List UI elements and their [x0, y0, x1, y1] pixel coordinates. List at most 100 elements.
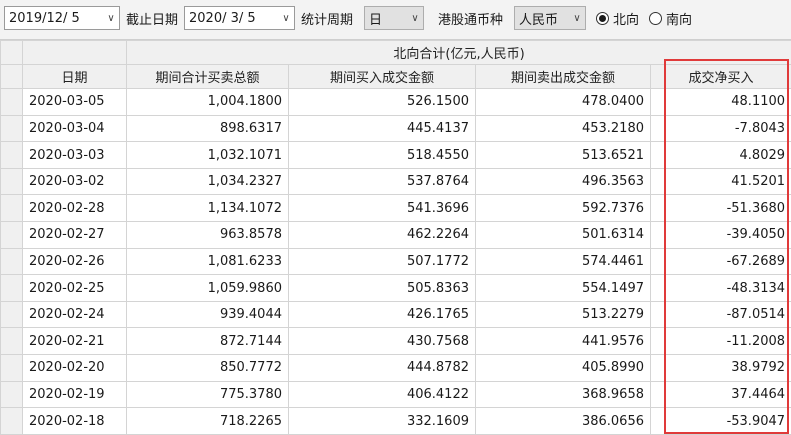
cell-sell-amount[interactable]: 405.8990 [475, 354, 651, 382]
cell-total-turnover[interactable]: 1,059.9860 [126, 274, 289, 302]
start-date-picker[interactable]: 2019/12/ 5 ∨ [4, 6, 120, 30]
cell-total-turnover[interactable]: 872.7144 [126, 327, 289, 356]
radio-south[interactable] [649, 11, 663, 25]
column-header-date[interactable]: 日期 [22, 64, 127, 89]
column-header-sell-amount[interactable]: 期间卖出成交金额 [475, 64, 651, 89]
cell-date[interactable]: 2020-03-02 [22, 167, 127, 196]
cell-sell-amount[interactable]: 496.3563 [475, 167, 651, 196]
table-row[interactable]: 2020-03-04 898.6317 445.4137 453.2180 -7.804… [0, 114, 791, 143]
cell-buy-amount[interactable]: 426.1765 [288, 300, 476, 329]
table-row[interactable]: 2020-02-26 1,081.6233 507.1772 574.4461 -67.… [0, 247, 791, 276]
row-header[interactable] [0, 88, 23, 116]
row-header[interactable] [0, 114, 23, 143]
table-row[interactable]: 2020-02-28 1,134.1072 541.3696 592.7376 -51.… [0, 194, 791, 223]
cell-date[interactable]: 2020-02-18 [22, 407, 127, 435]
row-header[interactable] [0, 300, 23, 329]
cell-sell-amount[interactable]: 592.7376 [475, 194, 651, 223]
table-row[interactable]: 2020-02-18 718.2265 332.1609 386.0656 -53.90… [0, 407, 791, 435]
cell-sell-amount[interactable]: 513.2279 [475, 300, 651, 329]
chevron-down-icon[interactable]: ∨ [278, 13, 294, 24]
cell-net-buy[interactable]: -39.4050 [649, 221, 791, 249]
cell-date[interactable]: 2020-02-26 [22, 247, 127, 276]
row-header[interactable] [0, 407, 23, 435]
cell-total-turnover[interactable]: 718.2265 [126, 407, 289, 435]
cell-date[interactable]: 2020-02-20 [22, 354, 127, 382]
radio-north-label[interactable]: 北向 [613, 9, 639, 28]
table-row[interactable]: 2020-03-02 1,034.2327 537.8764 496.3563 41.5… [0, 167, 791, 196]
cell-date[interactable]: 2020-02-24 [22, 300, 127, 329]
cell-buy-amount[interactable]: 541.3696 [288, 194, 476, 223]
column-header-net-buy[interactable]: 成交净买入 [649, 64, 791, 89]
cell-buy-amount[interactable]: 444.8782 [288, 354, 476, 382]
cell-net-buy[interactable]: 48.1100 [649, 88, 791, 116]
cell-buy-amount[interactable]: 537.8764 [288, 167, 476, 196]
row-header[interactable] [0, 167, 23, 196]
cell-sell-amount[interactable]: 554.1497 [475, 274, 651, 302]
cell-buy-amount[interactable]: 526.1500 [288, 88, 476, 116]
cell-date[interactable]: 2020-02-25 [22, 274, 127, 302]
cell-buy-amount[interactable]: 505.8363 [288, 274, 476, 302]
end-date-picker[interactable]: 2020/ 3/ 5 ∨ [184, 6, 295, 30]
table-row[interactable]: 2020-02-27 963.8578 462.2264 501.6314 -39.40… [0, 221, 791, 249]
cell-total-turnover[interactable]: 963.8578 [126, 221, 289, 249]
cell-buy-amount[interactable]: 518.4550 [288, 141, 476, 169]
column-header-total-turnover[interactable]: 期间合计买卖总额 [126, 64, 289, 89]
cell-total-turnover[interactable]: 1,032.1071 [126, 141, 289, 169]
cell-sell-amount[interactable]: 513.6521 [475, 141, 651, 169]
cell-total-turnover[interactable]: 850.7772 [126, 354, 289, 382]
cell-date[interactable]: 2020-03-05 [22, 88, 127, 116]
cell-sell-amount[interactable]: 574.4461 [475, 247, 651, 276]
cell-buy-amount[interactable]: 430.7568 [288, 327, 476, 356]
cell-net-buy[interactable]: 4.8029 [649, 141, 791, 169]
table-row[interactable]: 2020-02-20 850.7772 444.8782 405.8990 38.979… [0, 354, 791, 382]
cell-buy-amount[interactable]: 445.4137 [288, 114, 476, 143]
row-header[interactable] [0, 247, 23, 276]
cell-sell-amount[interactable]: 386.0656 [475, 407, 651, 435]
cell-date[interactable]: 2020-02-21 [22, 327, 127, 356]
chevron-down-icon[interactable]: ∨ [407, 13, 423, 24]
cell-net-buy[interactable]: -51.3680 [649, 194, 791, 223]
row-header[interactable] [0, 380, 23, 409]
cell-buy-amount[interactable]: 406.4122 [288, 380, 476, 409]
row-header[interactable] [0, 354, 23, 382]
cell-total-turnover[interactable]: 775.3780 [126, 380, 289, 409]
cell-total-turnover[interactable]: 1,134.1072 [126, 194, 289, 223]
cell-sell-amount[interactable]: 501.6314 [475, 221, 651, 249]
cell-total-turnover[interactable]: 939.4044 [126, 300, 289, 329]
cell-sell-amount[interactable]: 478.0400 [475, 88, 651, 116]
cell-net-buy[interactable]: -7.8043 [649, 114, 791, 143]
cell-sell-amount[interactable]: 441.9576 [475, 327, 651, 356]
row-header[interactable] [0, 194, 23, 223]
cell-date[interactable]: 2020-03-04 [22, 114, 127, 143]
cell-date[interactable]: 2020-02-28 [22, 194, 127, 223]
table-row[interactable]: 2020-03-05 1,004.1800 526.1500 478.0400 48.1… [0, 88, 791, 116]
cell-net-buy[interactable]: -67.2689 [649, 247, 791, 276]
cell-sell-amount[interactable]: 368.9658 [475, 380, 651, 409]
cell-date[interactable]: 2020-02-27 [22, 221, 127, 249]
cell-total-turnover[interactable]: 1,004.1800 [126, 88, 289, 116]
period-select[interactable]: 日 ∨ [364, 6, 424, 30]
chevron-down-icon[interactable]: ∨ [103, 13, 119, 24]
table-row[interactable]: 2020-02-24 939.4044 426.1765 513.2279 -87.05… [0, 300, 791, 329]
table-row[interactable]: 2020-02-21 872.7144 430.7568 441.9576 -11.20… [0, 327, 791, 356]
cell-net-buy[interactable]: -48.3134 [649, 274, 791, 302]
cell-total-turnover[interactable]: 898.6317 [126, 114, 289, 143]
row-header[interactable] [0, 221, 23, 249]
row-header[interactable] [0, 327, 23, 356]
row-header[interactable] [0, 274, 23, 302]
table-row[interactable]: 2020-02-19 775.3780 406.4122 368.9658 37.446… [0, 380, 791, 409]
cell-net-buy[interactable]: 37.4464 [649, 380, 791, 409]
radio-south-label[interactable]: 南向 [666, 9, 692, 28]
column-header-buy-amount[interactable]: 期间买入成交金额 [288, 64, 476, 89]
row-header[interactable] [0, 141, 23, 169]
cell-net-buy[interactable]: -87.0514 [649, 300, 791, 329]
chevron-down-icon[interactable]: ∨ [569, 13, 585, 24]
cell-total-turnover[interactable]: 1,081.6233 [126, 247, 289, 276]
cell-net-buy[interactable]: -11.2008 [649, 327, 791, 356]
table-row[interactable]: 2020-02-25 1,059.9860 505.8363 554.1497 -48.… [0, 274, 791, 302]
cell-buy-amount[interactable]: 332.1609 [288, 407, 476, 435]
currency-select[interactable]: 人民币 ∨ [514, 6, 586, 30]
cell-date[interactable]: 2020-02-19 [22, 380, 127, 409]
cell-total-turnover[interactable]: 1,034.2327 [126, 167, 289, 196]
cell-date[interactable]: 2020-03-03 [22, 141, 127, 169]
